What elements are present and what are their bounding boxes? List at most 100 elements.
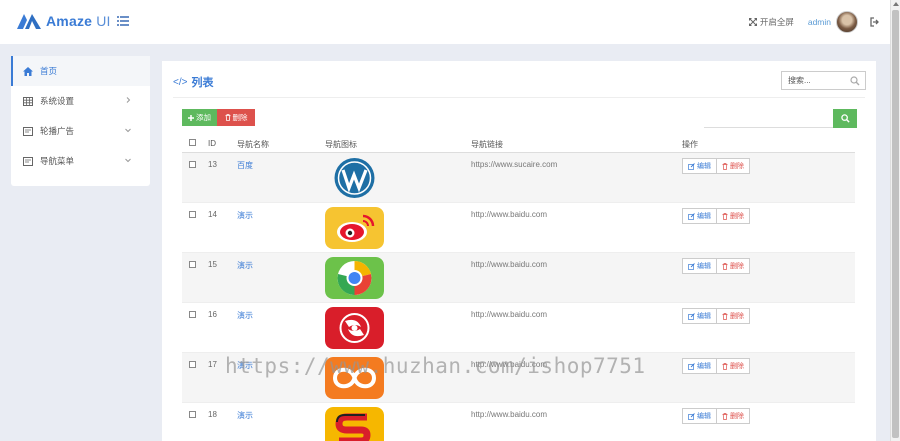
- sidebar-item-nav-menu[interactable]: 导航菜单: [11, 146, 150, 176]
- weibo-logo-icon: [325, 207, 384, 249]
- page-title: </> 列表: [173, 74, 213, 90]
- avatar[interactable]: [836, 11, 858, 33]
- sidebar-item-label: 系统设置: [40, 96, 75, 106]
- colorful-circle-logo-icon: [325, 257, 384, 299]
- page-scrollbar[interactable]: [890, 0, 900, 441]
- edit-button[interactable]: 编辑: [682, 208, 717, 224]
- table-row: 14 演示 http://www.baidu.com 编辑 删除: [182, 203, 855, 253]
- table-search-input[interactable]: [704, 109, 834, 128]
- top-search-input[interactable]: 搜索...: [781, 71, 866, 90]
- sidebar-item-carousel-ads[interactable]: 轮播广告: [11, 116, 150, 146]
- chevron-down-icon: [125, 128, 131, 133]
- sidebar: 首页 系统设置 轮播广告 导航菜单: [11, 56, 150, 186]
- row-checkbox[interactable]: [189, 161, 196, 168]
- col-icon: 导航图标: [325, 140, 357, 149]
- row-name[interactable]: 演示: [237, 210, 253, 221]
- sidebar-item-system-settings[interactable]: 系统设置: [11, 86, 150, 116]
- delete-button[interactable]: 删除: [717, 208, 750, 224]
- row-actions: 编辑 删除: [682, 308, 750, 324]
- fullscreen-label: 开启全屏: [759, 17, 794, 27]
- delete-button[interactable]: 删除: [717, 408, 750, 424]
- red-swirl-logo-icon: [325, 307, 384, 349]
- row-actions: 编辑 删除: [682, 258, 750, 274]
- home-icon: [23, 66, 33, 76]
- col-url: 导航链接: [471, 140, 503, 149]
- title-divider: [173, 97, 865, 98]
- trash-icon: [722, 262, 728, 270]
- page-title-text: 列表: [191, 77, 214, 89]
- row-name[interactable]: 演示: [237, 310, 253, 321]
- form-icon: [23, 156, 33, 166]
- sidebar-item-home[interactable]: 首页: [11, 56, 150, 86]
- trash-icon: [722, 162, 728, 170]
- row-actions: 编辑 删除: [682, 208, 750, 224]
- row-id: 13: [208, 160, 217, 169]
- sidebar-item-label: 首页: [40, 66, 58, 76]
- row-name[interactable]: 演示: [237, 260, 253, 271]
- amaze-logo-icon: [17, 14, 41, 29]
- row-checkbox[interactable]: [189, 411, 196, 418]
- app-logo[interactable]: Amaze UI: [16, 12, 111, 30]
- row-url: http://www.baidu.com: [471, 310, 548, 319]
- table-row: 13 百度 https://www.sucaire.com 编辑 删除: [182, 153, 855, 203]
- row-name[interactable]: 演示: [237, 410, 253, 421]
- row-url: http://www.baidu.com: [471, 260, 548, 269]
- scroll-up-arrow-icon[interactable]: [893, 2, 899, 6]
- search-icon: [840, 114, 850, 123]
- table-row: 15 演示 http://www.baidu.com 编辑 删除: [182, 253, 855, 303]
- delete-button[interactable]: 删除: [717, 158, 750, 174]
- s-logo-icon: [325, 407, 384, 441]
- scroll-thumb[interactable]: [892, 10, 899, 438]
- row-id: 16: [208, 310, 217, 319]
- row-checkbox[interactable]: [189, 261, 196, 268]
- edit-icon: [688, 412, 695, 420]
- wordpress-logo-icon: [325, 157, 384, 199]
- delete-button[interactable]: 删除: [717, 258, 750, 274]
- edit-button[interactable]: 编辑: [682, 258, 717, 274]
- edit-icon: [688, 212, 695, 220]
- row-checkbox[interactable]: [189, 361, 196, 368]
- table-row: 18 演示 http://www.baidu.com 编辑 删除: [182, 403, 855, 441]
- trash-icon: [225, 114, 230, 121]
- row-actions: 编辑 删除: [682, 408, 750, 424]
- watermark-text: https://www.huzhan.com/ishop7751: [225, 354, 646, 378]
- delete-button[interactable]: 删除: [717, 358, 750, 374]
- admin-username[interactable]: admin: [808, 17, 831, 27]
- edit-button[interactable]: 编辑: [682, 158, 717, 174]
- delete-button[interactable]: 删除: [717, 308, 750, 324]
- col-actions: 操作: [682, 140, 698, 149]
- menu-toggle-icon[interactable]: [117, 15, 129, 27]
- chevron-down-icon: [125, 158, 131, 163]
- row-id: 15: [208, 260, 217, 269]
- bulk-delete-button[interactable]: 删除: [217, 109, 255, 126]
- table-header: ID 导航名称 导航图标 导航链接 操作: [182, 134, 855, 153]
- expand-icon: [748, 18, 757, 26]
- search-placeholder: 搜索...: [788, 76, 811, 85]
- row-name[interactable]: 百度: [237, 160, 253, 171]
- row-checkbox[interactable]: [189, 211, 196, 218]
- col-id: ID: [208, 139, 216, 148]
- trash-icon: [722, 362, 728, 370]
- plus-icon: [188, 114, 194, 121]
- select-all-checkbox[interactable]: [189, 139, 196, 146]
- edit-button[interactable]: 编辑: [682, 408, 717, 424]
- edit-icon: [688, 362, 695, 370]
- edit-icon: [688, 262, 695, 270]
- row-checkbox[interactable]: [189, 311, 196, 318]
- logout-icon[interactable]: [870, 17, 880, 27]
- add-button[interactable]: 添加: [182, 109, 217, 126]
- fullscreen-button[interactable]: 开启全屏: [748, 16, 794, 28]
- trash-icon: [722, 212, 728, 220]
- edit-icon: [688, 312, 695, 320]
- edit-button[interactable]: 编辑: [682, 358, 717, 374]
- logo-text: Amaze UI: [46, 13, 111, 29]
- sidebar-item-label: 导航菜单: [40, 156, 75, 166]
- search-icon[interactable]: [850, 76, 860, 86]
- row-url: http://www.baidu.com: [471, 410, 548, 419]
- edit-button[interactable]: 编辑: [682, 308, 717, 324]
- form-icon: [23, 126, 33, 136]
- top-header: Amaze UI 开启全屏 admin: [0, 0, 890, 44]
- nav-table: ID 导航名称 导航图标 导航链接 操作 13 百度 https://www.s…: [182, 134, 855, 441]
- table-search-button[interactable]: [833, 109, 857, 128]
- row-id: 17: [208, 360, 217, 369]
